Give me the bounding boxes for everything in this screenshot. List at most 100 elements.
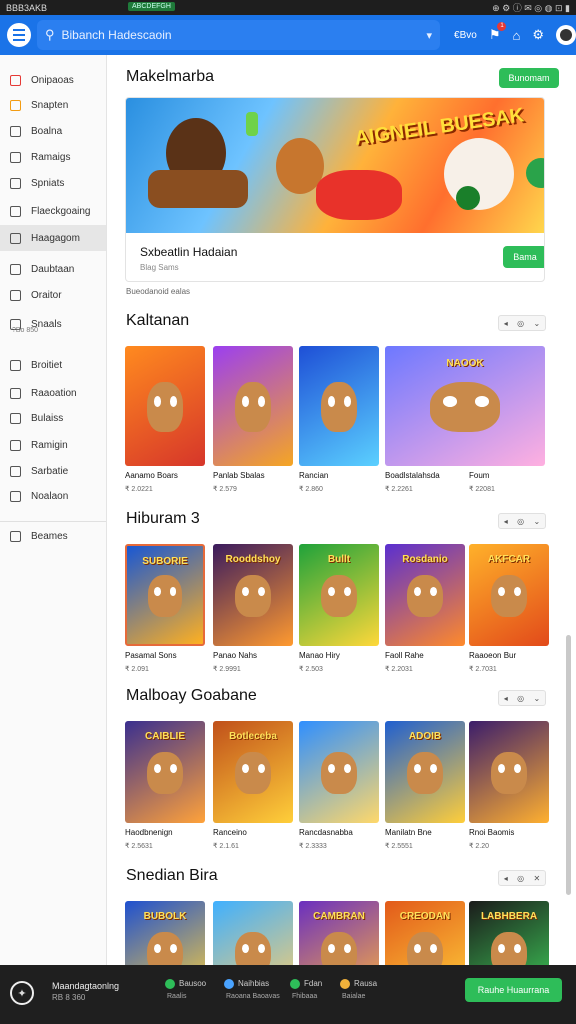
sidebar-item-icon	[10, 412, 21, 424]
character-eye	[327, 763, 335, 773]
sidebar-item[interactable]: Ramigin	[0, 432, 106, 458]
arrow-left-icon[interactable]: ◂	[504, 874, 508, 883]
sidebar: Onipaoas Snapten Boalna Ramaigs Spniats Flaec…	[0, 55, 107, 965]
game-tile-price: ₹ 2.5631	[125, 843, 153, 850]
settings-icon[interactable]: ⚙	[532, 27, 544, 43]
sidebar-item[interactable]: Oraitor	[0, 282, 106, 308]
game-tile[interactable]: Bullt	[299, 544, 379, 646]
game-tile[interactable]: BUBOLK	[125, 901, 205, 965]
view-icon[interactable]: ◎	[517, 694, 524, 703]
sidebar-item[interactable]: Ramaigs	[0, 144, 106, 170]
arrow-left-icon[interactable]: ◂	[504, 517, 508, 526]
game-character	[147, 931, 183, 965]
notification-icon[interactable]: ⚑ 1	[489, 22, 507, 43]
section-controls[interactable]: ◂ ◎ ✕	[498, 870, 546, 886]
game-tile[interactable]	[299, 721, 379, 823]
game-tile-price: ₹ 2.0221	[125, 486, 153, 493]
section-controls[interactable]: ◂ ◎ ⌄	[498, 315, 546, 331]
sidebar-item[interactable]: Raaoation	[0, 380, 106, 406]
chevron-down-icon[interactable]: ▾	[427, 29, 433, 42]
arrow-left-icon[interactable]: ◂	[504, 694, 508, 703]
character-eye	[429, 763, 437, 773]
character-eye	[513, 586, 521, 596]
sidebar-item-label: Ramaigs	[31, 151, 71, 163]
character-eye	[497, 943, 505, 953]
featured-play-button[interactable]: Bama	[503, 246, 544, 268]
sidebar-item[interactable]: Bulaiss	[0, 405, 106, 431]
status-dot-icon	[224, 979, 234, 989]
bottom-bar-item[interactable]: Naihbias Raoana Baoavas	[224, 979, 280, 1000]
game-tile-price: ₹ 2.860	[299, 486, 323, 493]
sidebar-item[interactable]: Spniats	[0, 170, 106, 196]
sidebar-item-icon	[10, 530, 21, 542]
sidebar-item[interactable]: Flaeckgoaing	[0, 198, 106, 224]
bottom-bar-button[interactable]: Rauhe Huaurrana	[465, 978, 562, 1002]
sidebar-item-icon	[10, 151, 21, 163]
sidebar-item[interactable]: Sarbatie	[0, 458, 106, 484]
avatar[interactable]	[556, 25, 576, 45]
status-pill: ABCDEFGH	[128, 2, 175, 11]
game-tile[interactable]: CAIBLIE	[125, 721, 205, 823]
featured-banner-logo: AIGNEIL BUESAK	[353, 104, 526, 150]
game-tile[interactable]	[469, 721, 549, 823]
game-tile[interactable]: LABHBERA	[469, 901, 549, 965]
bottom-bar-item-sublabel: Raalis	[167, 993, 187, 1000]
character-eye	[257, 943, 265, 953]
sidebar-item[interactable]: Snapten	[0, 92, 106, 118]
character-eye	[153, 943, 161, 953]
sidebar-item[interactable]: Broitiet	[0, 352, 106, 378]
section-controls[interactable]: ◂ ◎ ⌄	[498, 513, 546, 529]
game-tile-name: Boadlstalahsda	[385, 471, 440, 480]
game-tile[interactable]: NAOOK	[385, 346, 545, 466]
game-tile[interactable]	[299, 346, 379, 466]
sidebar-item[interactable]: Boalna	[0, 118, 106, 144]
app-logo-icon: ✦	[10, 981, 34, 1005]
featured-card[interactable]: AIGNEIL BUESAK Sxbeatlin Hadaian Blag Sa…	[125, 97, 545, 282]
arrow-left-icon[interactable]: ◂	[504, 319, 508, 328]
view-icon[interactable]: ◎	[517, 874, 524, 883]
sidebar-item-label: Oraitor	[31, 289, 62, 301]
featured-action-button[interactable]: Bunomam	[499, 68, 559, 88]
game-tile[interactable]: CAMBRAN	[299, 901, 379, 965]
bottom-bar-item[interactable]: Rausa Baialae	[340, 979, 377, 1000]
game-tile[interactable]	[213, 346, 293, 466]
game-tile[interactable]: Rosdanio	[385, 544, 465, 646]
game-tile[interactable]: SUBORIE	[125, 544, 205, 646]
bottom-bar-item[interactable]: Bausoo Raalis	[165, 979, 206, 1000]
bottom-bar-item[interactable]: Fdan Fhibaaa	[290, 979, 322, 1000]
game-tile-name: Pasamal Sons	[125, 651, 177, 660]
sidebar-item[interactable]: Haagagom	[0, 225, 106, 251]
game-tile[interactable]: CREODAN	[385, 901, 465, 965]
sidebar-item[interactable]: Beames	[0, 523, 106, 549]
scrollbar[interactable]	[566, 635, 571, 895]
character-eye	[343, 586, 351, 596]
search-input[interactable]: ⚲ Bibanch Hadescaoin ▾	[36, 20, 441, 50]
chevron-down-icon[interactable]: ✕	[534, 874, 541, 883]
character-eye	[513, 943, 521, 953]
chevron-down-icon[interactable]: ⌄	[534, 319, 541, 328]
game-tile[interactable]	[125, 346, 205, 466]
sidebar-item-label: Flaeckgoaing	[31, 205, 91, 217]
character-eye	[343, 763, 351, 773]
game-tile[interactable]: Rooddshoy	[213, 544, 293, 646]
game-logo: CREODAN	[399, 911, 451, 923]
view-icon[interactable]: ◎	[517, 517, 524, 526]
game-tile-name: Panao Nahs	[213, 651, 258, 660]
main-content: Makelmarba Bunomam AIGNEIL BUESAK Sxbeat…	[107, 55, 576, 965]
character-eye	[257, 586, 265, 596]
chevron-down-icon[interactable]: ⌄	[534, 517, 541, 526]
game-tile[interactable]	[213, 901, 293, 965]
sidebar-item[interactable]: Noalaon	[0, 483, 106, 509]
gift-icon[interactable]: ⌂	[512, 28, 520, 43]
sidebar-item-icon	[10, 387, 21, 399]
menu-icon[interactable]	[7, 23, 31, 47]
sidebar-item[interactable]: Daubtaan	[0, 256, 106, 282]
game-tile[interactable]: Botleceba	[213, 721, 293, 823]
game-tile[interactable]: ADOIB	[385, 721, 465, 823]
sidebar-item[interactable]: Onipaoas	[0, 67, 106, 93]
language-selector[interactable]: €Bvo	[454, 30, 477, 41]
view-icon[interactable]: ◎	[517, 319, 524, 328]
section-controls[interactable]: ◂ ◎ ⌄	[498, 690, 546, 706]
game-tile[interactable]: AKFCAR	[469, 544, 549, 646]
chevron-down-icon[interactable]: ⌄	[534, 694, 541, 703]
